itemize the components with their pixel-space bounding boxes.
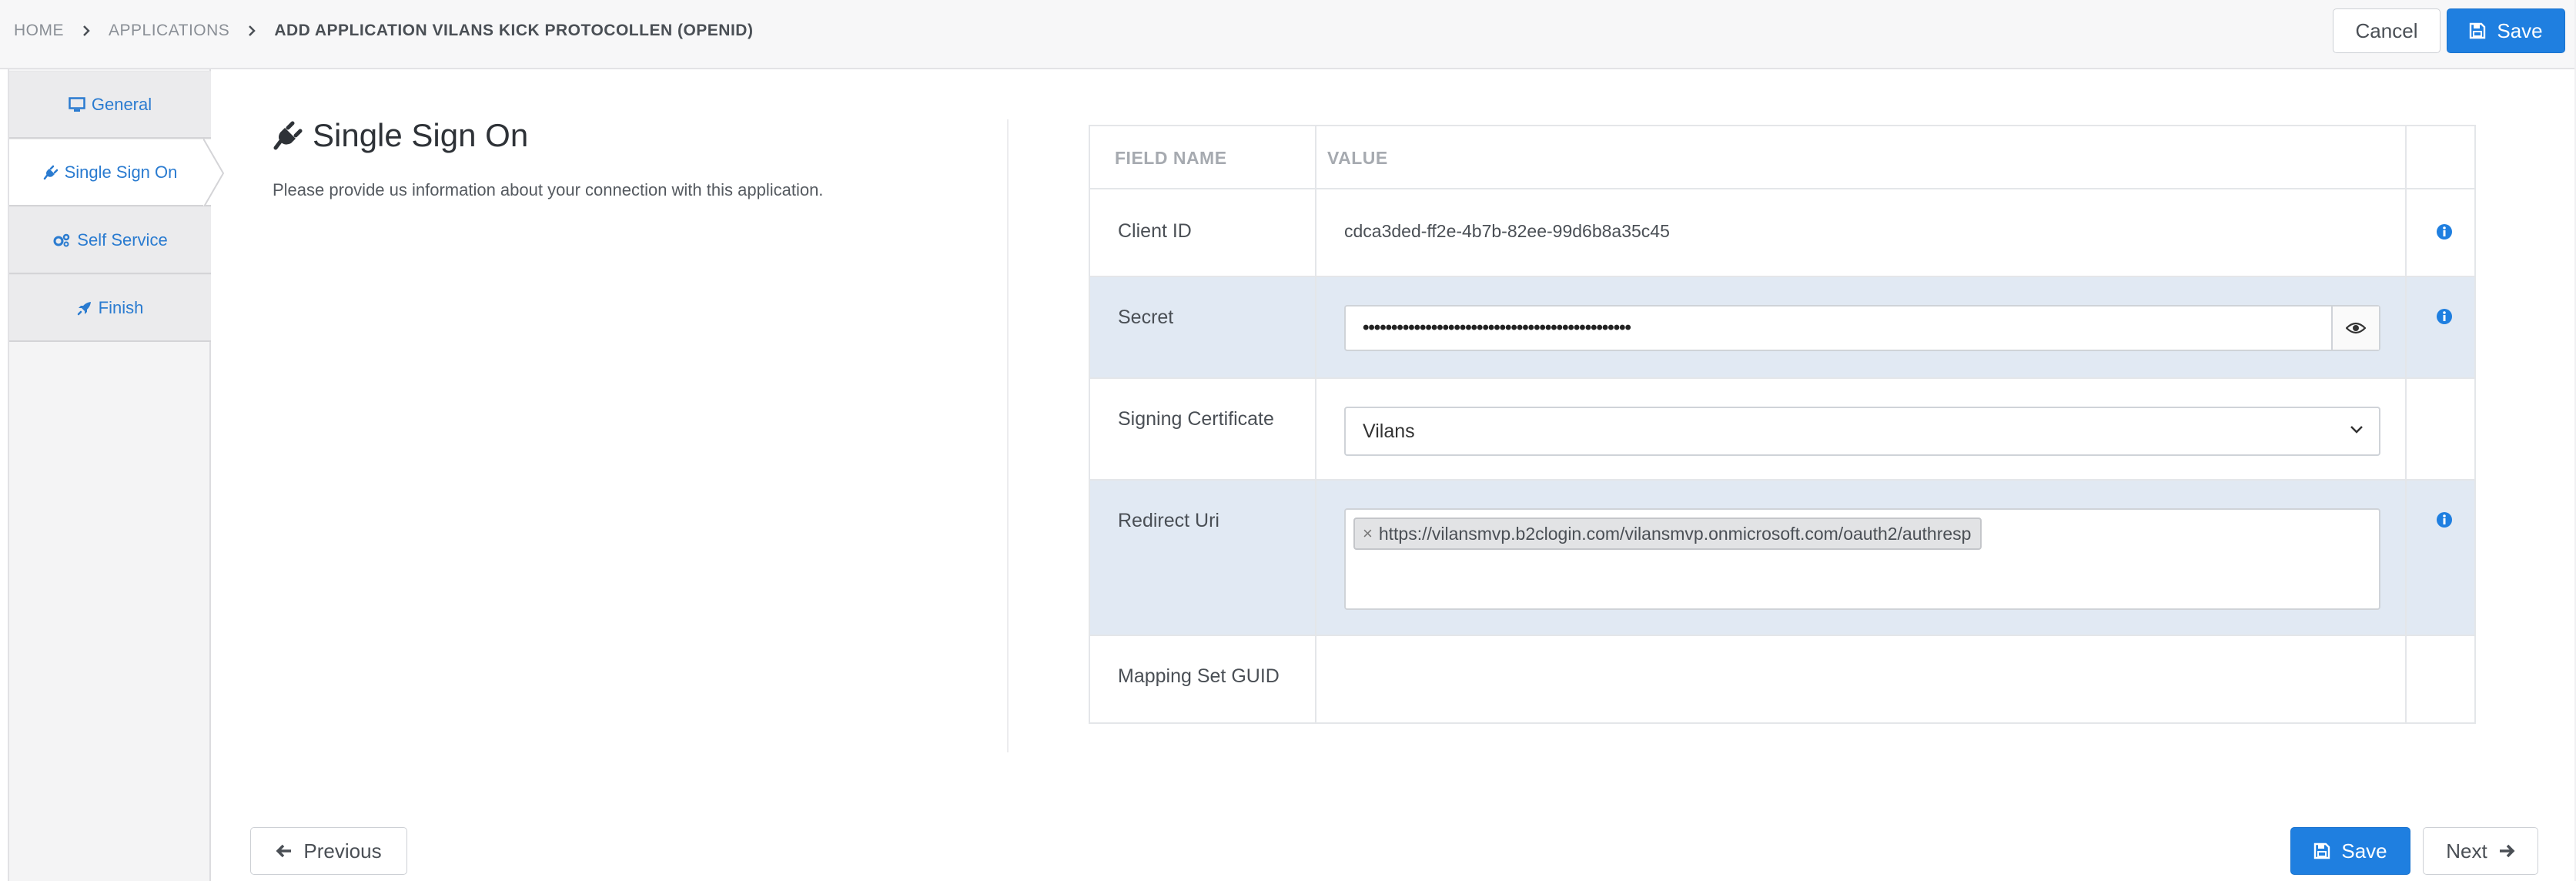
info-icon[interactable] (2436, 308, 2453, 329)
page-title: Single Sign On (273, 117, 528, 154)
info-icon[interactable] (2436, 223, 2453, 244)
plug-icon (43, 165, 58, 179)
redirect-uri-tag-text: https://vilansmvp.b2clogin.com/vilansmvp… (1378, 523, 1972, 544)
column-header-field-name: FIELD NAME (1115, 148, 1227, 168)
step-finish-label: Finish (98, 297, 144, 317)
table-row-mapping-set-guid: Mapping Set GUID (1090, 636, 2474, 722)
client-id-value: cdca3ded-ff2e-4b7b-82ee-99d6b8a35c45 (1344, 221, 1670, 241)
secret-masked-value: ••••••••••••••••••••••••••••••••••••••••… (1363, 317, 1631, 338)
redirect-uri-label: Redirect Uri (1118, 510, 1219, 531)
step-single-sign-on-label: Single Sign On (64, 162, 178, 182)
show-secret-button[interactable] (2331, 307, 2379, 350)
breadcrumb: HOME APPLICATIONS ADD APPLICATION VILANS… (14, 22, 753, 40)
step-self-service[interactable]: Self Service (9, 206, 211, 274)
breadcrumb-applications[interactable]: APPLICATIONS (109, 22, 229, 40)
redirect-uri-tags-input[interactable]: × https://vilansmvp.b2clogin.com/vilansm… (1344, 508, 2380, 610)
step-general-label: General (91, 94, 152, 114)
page-description: Please provide us information about your… (273, 180, 824, 199)
step-single-sign-on[interactable]: Single Sign On (9, 139, 225, 208)
footer-save-button[interactable]: Save (2290, 827, 2410, 875)
table-row-client-id: Client ID cdca3ded-ff2e-4b7b-82ee-99d6b8… (1090, 189, 2474, 277)
secret-input[interactable]: ••••••••••••••••••••••••••••••••••••••••… (1344, 305, 2380, 351)
eye-icon (2346, 322, 2366, 334)
column-divider (1315, 126, 1316, 722)
section-divider (1007, 119, 1009, 752)
chevron-right-icon (248, 25, 256, 37)
info-icon[interactable] (2436, 511, 2453, 532)
column-divider (2405, 126, 2407, 722)
plug-icon (273, 121, 303, 150)
rocket-icon (77, 301, 91, 315)
next-button-label: Next (2446, 839, 2487, 863)
chevron-right-icon (82, 25, 90, 37)
previous-button[interactable]: Previous (250, 827, 407, 875)
step-general[interactable]: General (9, 71, 211, 139)
chevron-down-icon (2350, 426, 2363, 434)
footer-save-button-label: Save (2341, 839, 2387, 863)
remove-tag-icon[interactable]: × (1363, 524, 1373, 544)
step-self-service-label: Self Service (77, 229, 168, 250)
previous-button-label: Previous (303, 839, 382, 863)
sso-fields-table: FIELD NAME VALUE Client ID cdca3ded-ff2e… (1089, 125, 2476, 724)
page-title-text: Single Sign On (313, 117, 529, 153)
breadcrumb-current: ADD APPLICATION VILANS KICK PROTOCOLLEN … (274, 22, 754, 39)
secret-label: Secret (1118, 307, 1174, 328)
save-icon (2470, 22, 2486, 39)
table-row-redirect-uri: Redirect Uri × https://vilansmvp.b2clogi… (1090, 481, 2474, 636)
save-icon (2314, 842, 2330, 859)
step-finish[interactable]: Finish (9, 274, 211, 342)
table-row-signing-certificate: Signing Certificate Vilans (1090, 379, 2474, 481)
cancel-button-label: Cancel (2355, 18, 2418, 42)
monitor-icon (69, 96, 85, 112)
next-button[interactable]: Next (2423, 827, 2538, 875)
signing-certificate-selected: Vilans (1363, 420, 1415, 442)
table-row-secret: Secret •••••••••••••••••••••••••••••••••… (1090, 277, 2474, 379)
top-bar: HOME APPLICATIONS ADD APPLICATION VILANS… (0, 0, 2576, 69)
redirect-uri-tag: × https://vilansmvp.b2clogin.com/vilansm… (1353, 518, 1982, 550)
column-header-value: VALUE (1327, 148, 1388, 168)
breadcrumb-home[interactable]: HOME (14, 22, 64, 40)
mapping-set-guid-label: Mapping Set GUID (1118, 665, 1280, 687)
arrow-right-icon (2499, 844, 2515, 858)
table-header-row: FIELD NAME VALUE (1090, 126, 2474, 189)
signing-certificate-select[interactable]: Vilans (1344, 407, 2380, 456)
gears-icon (53, 233, 70, 246)
active-step-arrow (203, 139, 225, 208)
signing-certificate-label: Signing Certificate (1118, 408, 1274, 430)
save-button-label: Save (2497, 18, 2543, 42)
save-button[interactable]: Save (2447, 8, 2565, 53)
cancel-button[interactable]: Cancel (2333, 8, 2441, 53)
client-id-label: Client ID (1118, 220, 1192, 242)
arrow-left-icon (276, 844, 292, 858)
